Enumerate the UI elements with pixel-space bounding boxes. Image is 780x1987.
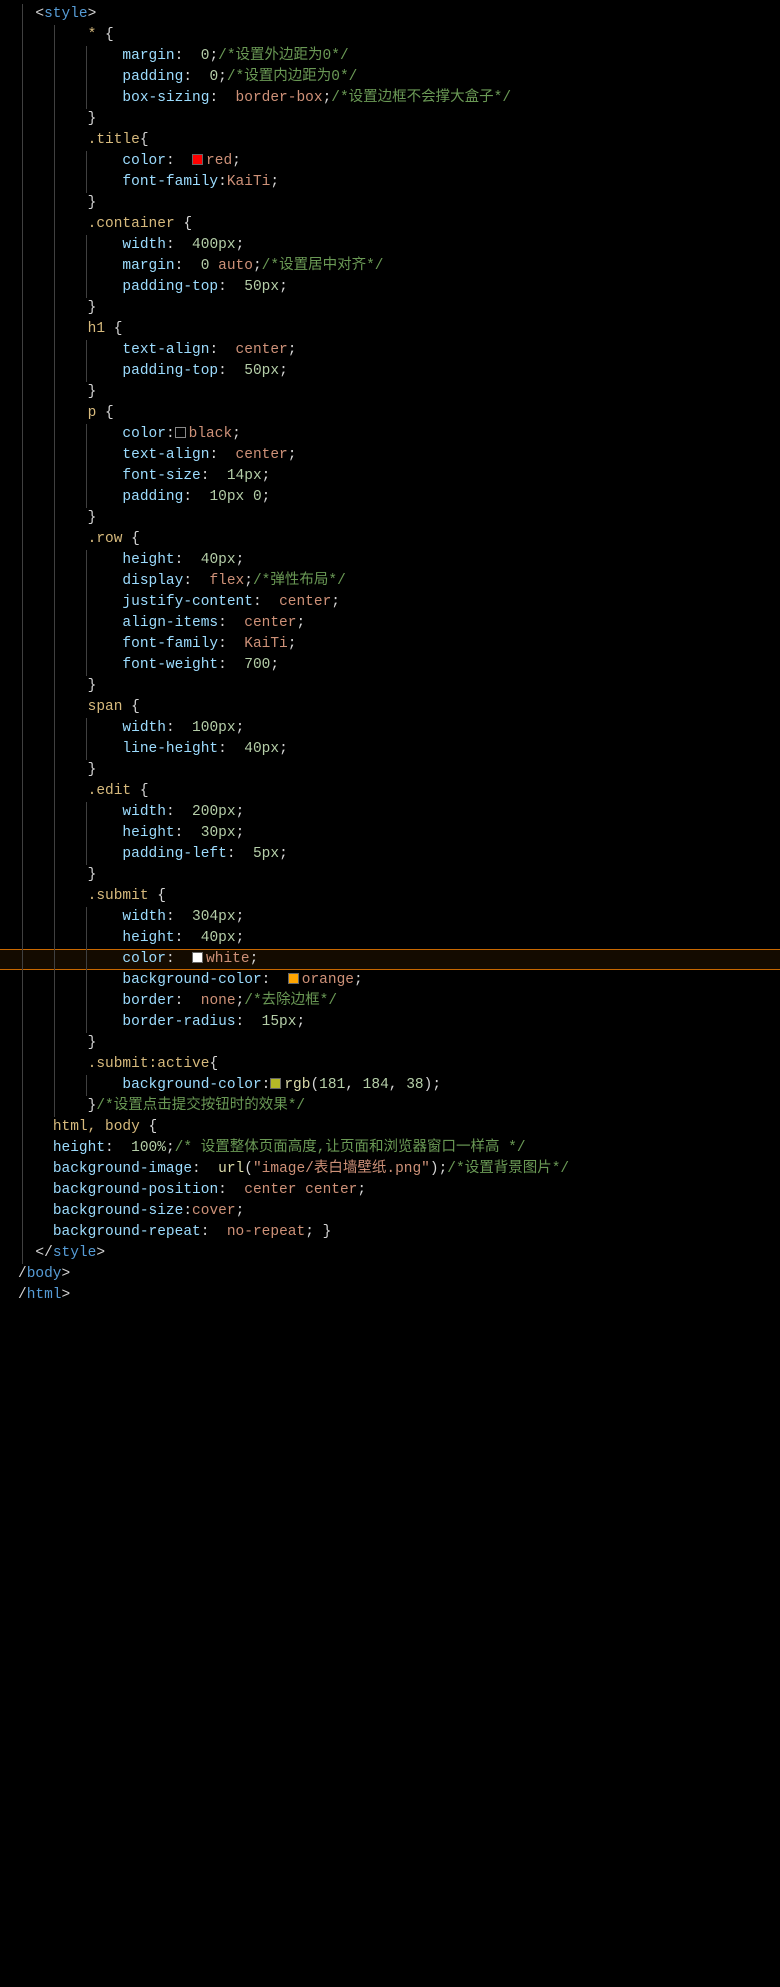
code-line[interactable]: /html> (0, 1285, 780, 1306)
code-line[interactable]: .submit { (0, 886, 780, 907)
code-line[interactable]: h1 { (0, 319, 780, 340)
code-line[interactable]: border-radius: 15px; (0, 1012, 780, 1033)
code-line[interactable]: }/*设置点击提交按钮时的效果*/ (0, 1096, 780, 1117)
code-line[interactable]: } (0, 298, 780, 319)
code-line[interactable]: height: 40px; (0, 550, 780, 571)
code-line[interactable]: width: 400px; (0, 235, 780, 256)
code-line[interactable]: font-family: KaiTi; (0, 634, 780, 655)
code-line[interactable]: } (0, 109, 780, 130)
code-line[interactable]: color:black; (0, 424, 780, 445)
code-line[interactable]: padding-top: 50px; (0, 277, 780, 298)
code-line[interactable]: color: white; (0, 949, 780, 970)
code-line[interactable]: border: none;/*去除边框*/ (0, 991, 780, 1012)
code-line[interactable]: background-color: orange; (0, 970, 780, 991)
code-line[interactable]: } (0, 193, 780, 214)
code-line[interactable]: padding: 0;/*设置内边距为0*/ (0, 67, 780, 88)
code-line[interactable]: text-align: center; (0, 340, 780, 361)
code-line[interactable]: } (0, 382, 780, 403)
code-line[interactable]: padding-top: 50px; (0, 361, 780, 382)
code-editor[interactable]: <style> * { margin: 0;/*设置外边距为0*/ paddin… (0, 4, 780, 1306)
code-line[interactable]: background-color:rgb(181, 184, 38); (0, 1075, 780, 1096)
code-line[interactable]: background-size:cover; (0, 1201, 780, 1222)
code-line[interactable]: span { (0, 697, 780, 718)
code-line[interactable]: height: 30px; (0, 823, 780, 844)
code-line[interactable]: margin: 0 auto;/*设置居中对齐*/ (0, 256, 780, 277)
code-line[interactable]: </style> (0, 1243, 780, 1264)
code-line[interactable]: html, body { (0, 1117, 780, 1138)
code-line[interactable]: .edit { (0, 781, 780, 802)
code-line[interactable]: } (0, 508, 780, 529)
code-line[interactable]: text-align: center; (0, 445, 780, 466)
code-line[interactable]: background-repeat: no-repeat; } (0, 1222, 780, 1243)
code-line[interactable]: padding: 10px 0; (0, 487, 780, 508)
code-line[interactable]: display: flex;/*弹性布局*/ (0, 571, 780, 592)
code-line[interactable]: background-position: center center; (0, 1180, 780, 1201)
code-line[interactable]: .row { (0, 529, 780, 550)
code-line[interactable]: width: 304px; (0, 907, 780, 928)
code-line[interactable]: font-family:KaiTi; (0, 172, 780, 193)
code-line[interactable]: color: red; (0, 151, 780, 172)
code-line[interactable]: font-weight: 700; (0, 655, 780, 676)
code-line[interactable]: justify-content: center; (0, 592, 780, 613)
code-line[interactable]: height: 40px; (0, 928, 780, 949)
code-line[interactable]: background-image: url("image/表白墙壁纸.png")… (0, 1159, 780, 1180)
code-line[interactable]: .title{ (0, 130, 780, 151)
code-line[interactable]: box-sizing: border-box;/*设置边框不会撑大盒子*/ (0, 88, 780, 109)
code-line[interactable]: .container { (0, 214, 780, 235)
code-line[interactable]: } (0, 676, 780, 697)
code-line[interactable]: <style> (0, 4, 780, 25)
code-line[interactable]: line-height: 40px; (0, 739, 780, 760)
code-line[interactable]: width: 200px; (0, 802, 780, 823)
code-line[interactable]: height: 100%;/* 设置整体页面高度,让页面和浏览器窗口一样高 */ (0, 1138, 780, 1159)
code-line[interactable]: } (0, 760, 780, 781)
code-line[interactable]: p { (0, 403, 780, 424)
code-line[interactable]: } (0, 865, 780, 886)
code-line[interactable]: .submit:active{ (0, 1054, 780, 1075)
code-line[interactable]: width: 100px; (0, 718, 780, 739)
code-line[interactable]: /body> (0, 1264, 780, 1285)
code-line[interactable]: align-items: center; (0, 613, 780, 634)
code-line[interactable]: padding-left: 5px; (0, 844, 780, 865)
code-line[interactable]: font-size: 14px; (0, 466, 780, 487)
code-line[interactable]: } (0, 1033, 780, 1054)
code-line[interactable]: margin: 0;/*设置外边距为0*/ (0, 46, 780, 67)
code-line[interactable]: * { (0, 25, 780, 46)
